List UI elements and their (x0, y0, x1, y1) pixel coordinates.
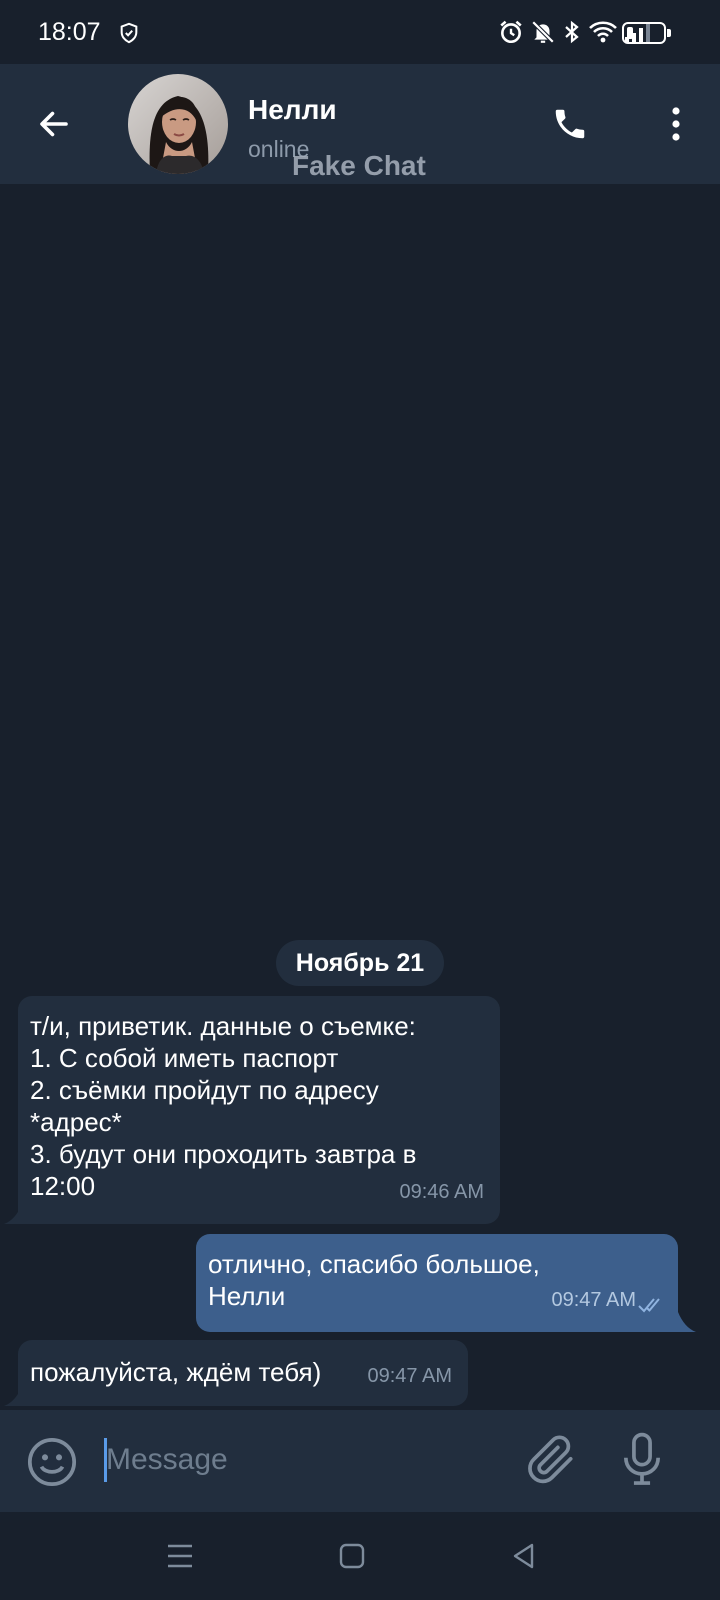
message-input[interactable] (106, 1432, 506, 1488)
more-menu-button[interactable] (650, 98, 702, 150)
date-separator: Ноябрь 21 (276, 940, 444, 986)
status-bar: 18:07 (0, 0, 720, 64)
phone-icon (555, 109, 585, 139)
square-icon (339, 1543, 365, 1569)
chat-header: Нелли online Fake Chat (0, 64, 720, 184)
call-button[interactable] (544, 98, 596, 150)
bubble-tail (678, 1312, 696, 1332)
battery-icon (622, 22, 671, 44)
menu-lines-icon (168, 1544, 192, 1568)
double-check-icon (638, 1298, 660, 1313)
alarm-icon (498, 19, 524, 45)
mute-bell-icon (530, 19, 556, 45)
message-text: т/и, приветик. данные о съемке: 1. С соб… (30, 1011, 417, 1201)
emoji-button[interactable] (24, 1434, 80, 1490)
back-button[interactable] (28, 98, 80, 150)
shield-icon (118, 22, 140, 44)
chat-area[interactable]: Ноябрь 21 т/и, приветик. данные о съемке… (0, 184, 720, 1410)
avatar[interactable] (128, 74, 228, 174)
message-time: 09:47 AM (367, 1365, 452, 1387)
message-time: 09:47 AM (551, 1289, 636, 1311)
message-text: пожалуйста, ждём тебя) (30, 1357, 322, 1387)
smile-icon (27, 1437, 77, 1487)
message-incoming[interactable]: т/и, приветик. данные о съемке: 1. С соб… (18, 996, 500, 1224)
wifi-icon (588, 20, 618, 44)
bubble-tail (4, 1204, 22, 1224)
message-input-bar (0, 1410, 720, 1512)
back-nav-button[interactable] (504, 1536, 544, 1576)
message-outgoing[interactable]: отлично, спасибо большое, Нелли 09:47 AM (196, 1234, 678, 1332)
system-nav-bar (0, 1512, 720, 1600)
microphone-button[interactable] (614, 1430, 670, 1490)
home-button[interactable] (332, 1536, 372, 1576)
message-text: отлично, спасибо большое, Нелли (208, 1249, 540, 1311)
message-time: 09:46 AM (399, 1181, 484, 1203)
bluetooth-icon (562, 19, 582, 45)
message-incoming[interactable]: пожалуйста, ждём тебя) 09:47 AM (18, 1340, 468, 1406)
microphone-icon (624, 1432, 660, 1485)
arrow-left-icon (40, 111, 68, 137)
watermark-text: Fake Chat (292, 150, 426, 181)
contact-name[interactable]: Нелли (248, 94, 337, 126)
status-time: 18:07 (38, 18, 101, 46)
triangle-back-icon (513, 1543, 534, 1569)
battery-level (627, 27, 633, 39)
recent-apps-button[interactable] (160, 1536, 200, 1576)
attach-button[interactable] (524, 1432, 580, 1488)
paperclip-icon (528, 1435, 573, 1484)
bubble-tail (4, 1386, 22, 1406)
more-vertical-icon (672, 107, 680, 141)
